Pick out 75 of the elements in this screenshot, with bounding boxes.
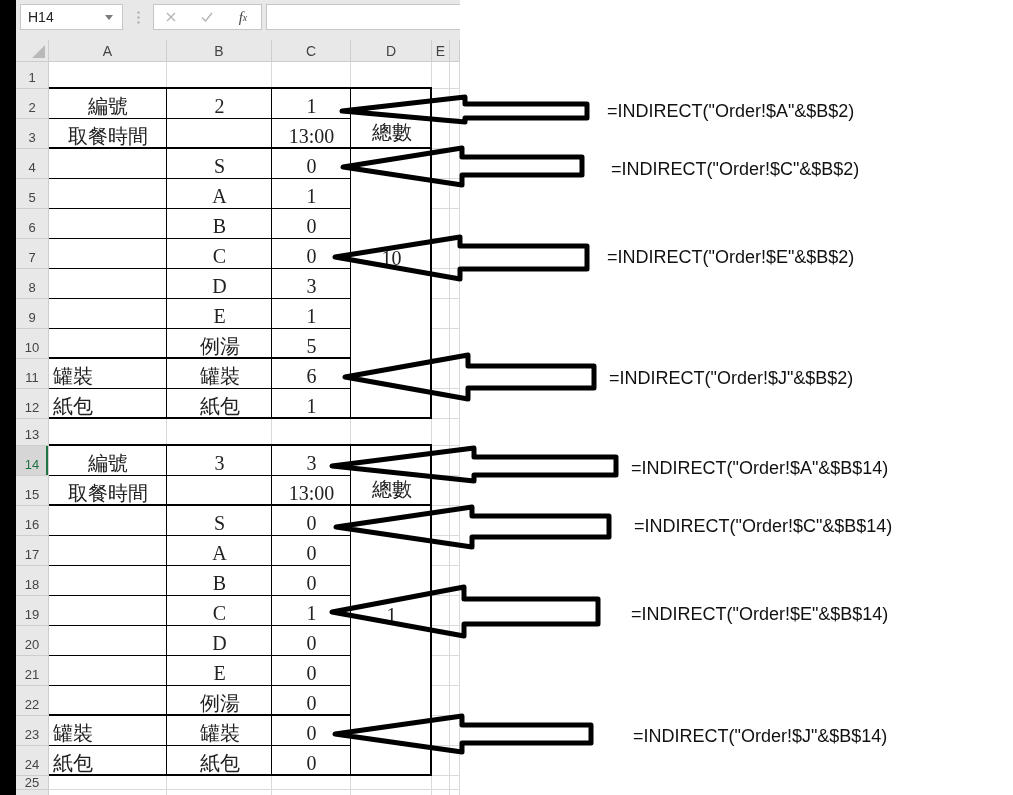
sheet-cell[interactable]: 3 — [272, 446, 351, 476]
sheet-cell[interactable]: 3 — [272, 269, 351, 299]
column-header[interactable]: D — [351, 40, 432, 62]
sheet-cell[interactable]: 0 — [272, 566, 351, 596]
caret-icon[interactable] — [105, 14, 113, 20]
sheet-cell[interactable]: 紙包 — [49, 746, 167, 776]
sheet-cell[interactable]: 1 — [272, 389, 351, 419]
formula-label: =INDIRECT("Order!$J"&$B$14) — [633, 725, 888, 747]
sheet-cell[interactable]: 總數 — [351, 89, 432, 149]
sheet-cell[interactable]: 13:00 — [272, 119, 351, 149]
sheet-cell[interactable]: 例湯 — [167, 686, 272, 716]
sheet-cell[interactable]: S — [167, 506, 272, 536]
sheet-cell[interactable]: 1 — [272, 299, 351, 329]
sheet-cell[interactable]: 0 — [272, 536, 351, 566]
sheet-cell[interactable]: 0 — [272, 239, 351, 269]
sheet-cell[interactable]: 罐裝 — [167, 359, 272, 389]
formula-input[interactable] — [266, 4, 460, 30]
sheet-cell[interactable]: 0 — [272, 626, 351, 656]
sheet-cell[interactable]: 2 — [167, 89, 272, 119]
formula-label: =INDIRECT("Order!$E"&$B$14) — [631, 603, 889, 625]
sheet-cell[interactable]: 5 — [272, 329, 351, 359]
sheet-cell[interactable]: 6 — [272, 359, 351, 389]
column-header[interactable] — [450, 40, 460, 62]
sheet-cell[interactable]: 0 — [272, 209, 351, 239]
sheet-cell[interactable]: 取餐時間 — [49, 476, 167, 506]
sheet-cell[interactable]: 3 — [167, 446, 272, 476]
sheet-cell[interactable]: 罐裝 — [49, 716, 167, 746]
sheet-cell[interactable]: 紙包 — [167, 389, 272, 419]
column-header[interactable]: B — [167, 40, 272, 62]
formula-label: =INDIRECT("Order!$A"&$B$2) — [607, 100, 855, 122]
sheet-cell[interactable]: 取餐時間 — [49, 119, 167, 149]
formula-label: =INDIRECT("Order!$E"&$B$2) — [607, 246, 855, 268]
sheet-cell[interactable]: 例湯 — [167, 329, 272, 359]
sheet-cell[interactable]: D — [167, 269, 272, 299]
sheet-cell[interactable]: 0 — [272, 746, 351, 776]
sheet-cell[interactable]: S — [167, 149, 272, 179]
sheet-cell[interactable]: E — [167, 656, 272, 686]
row-header[interactable]: 25 — [16, 776, 49, 790]
sheet-cell[interactable]: 紙包 — [167, 746, 272, 776]
sheet-cell[interactable]: 1 — [272, 596, 351, 626]
sheet-cell[interactable]: 0 — [272, 686, 351, 716]
sheet-cell[interactable]: 編號 — [49, 446, 167, 476]
checkmark-icon — [201, 12, 213, 22]
sheet-cell[interactable]: 1 — [272, 89, 351, 119]
sheet-cell[interactable]: E — [167, 299, 272, 329]
sheet-cell[interactable]: 1 — [272, 179, 351, 209]
sheet-cell[interactable]: D — [167, 626, 272, 656]
vertical-dots-icon[interactable] — [136, 10, 140, 24]
sheet-cell[interactable]: C — [167, 239, 272, 269]
formula-label: =INDIRECT("Order!$C"&$B$14) — [634, 515, 893, 537]
sheet-cell[interactable]: 罐裝 — [167, 716, 272, 746]
sheet-cell[interactable]: 編號 — [49, 89, 167, 119]
sheet-cell[interactable]: 0 — [272, 506, 351, 536]
sheet-cell[interactable]: C — [167, 596, 272, 626]
name-box[interactable]: H14 — [20, 4, 123, 30]
row-header[interactable]: 14 — [16, 446, 49, 476]
sheet-cell[interactable]: A — [167, 179, 272, 209]
sheet-cell[interactable]: 總數 — [351, 446, 432, 506]
sheet-cell[interactable]: B — [167, 209, 272, 239]
sheet-cell[interactable]: 0 — [272, 656, 351, 686]
triangle-icon — [32, 45, 45, 58]
sheet-cell[interactable]: B — [167, 566, 272, 596]
formula-label: =INDIRECT("Order!$C"&$B$2) — [611, 158, 860, 180]
sheet-cell[interactable]: A — [167, 536, 272, 566]
column-header[interactable]: A — [49, 40, 167, 62]
sheet-cell[interactable]: 0 — [272, 149, 351, 179]
formula-label: =INDIRECT("Order!$J"&$B$2) — [609, 367, 854, 389]
cross-icon — [166, 12, 176, 22]
formula-label: =INDIRECT("Order!$A"&$B$14) — [631, 457, 889, 479]
sheet-cell[interactable]: 0 — [272, 716, 351, 746]
column-header[interactable]: C — [272, 40, 351, 62]
sheet-cell[interactable]: 罐裝 — [49, 359, 167, 389]
sheet-cell[interactable]: 紙包 — [49, 389, 167, 419]
column-header[interactable]: E — [432, 40, 450, 62]
sheet-cell[interactable]: 13:00 — [272, 476, 351, 506]
